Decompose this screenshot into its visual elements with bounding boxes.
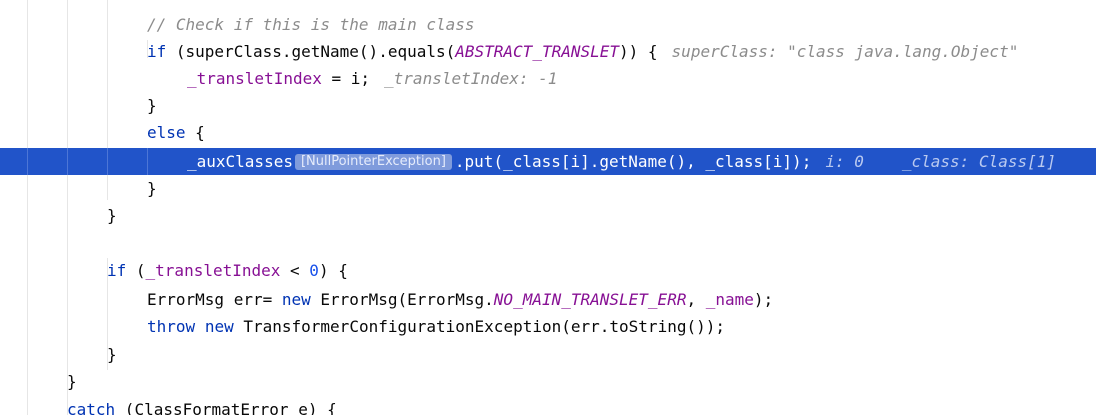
code-text: else { [147,123,205,142]
keyword-catch: catch [67,400,116,415]
code-text: if (_transletIndex < 0) { [107,261,348,280]
code-line[interactable]: if (superClass.getName().equals(ABSTRACT… [0,38,1096,65]
code-line[interactable]: throw new TransformerConfigurationExcept… [0,313,1096,340]
code-comment: // Check if this is the main class [147,15,475,34]
code-text: } [147,96,157,115]
exception-badge[interactable]: [NullPointerException] [294,154,452,170]
code-line[interactable]: } [0,368,1096,395]
field-name: _name [705,290,754,309]
number-literal: 0 [309,261,319,280]
indent-guide [107,148,108,175]
code-line[interactable]: catch (ClassFormatError e) { [0,396,1096,415]
debug-inline-value: _transletIndex: -1 [384,69,558,88]
current-execution-line[interactable]: _auxClasses [NullPointerException] .put(_c… [0,148,1096,175]
keyword-new: new [204,317,234,336]
code-line[interactable]: } [0,92,1096,119]
indent-guide [147,148,148,175]
code-text: if (superClass.getName().equals(ABSTRACT… [147,42,1019,61]
code-text: throw new TransformerConfigurationExcept… [147,317,725,336]
code-text: } [147,179,157,198]
indent-guide [27,148,28,175]
field-translet-index: _transletIndex [145,261,281,280]
constant-abstract-translet: ABSTRACT_TRANSLET [455,42,620,61]
debug-inline-value: superClass: "class java.lang.Object" [671,42,1019,61]
code-text: _auxClasses [NullPointerException] .put(_c… [187,152,1056,171]
debug-inline-value: i: 0 [825,152,864,171]
keyword-if: if [147,42,167,61]
code-text: _transletIndex = i; _transletIndex: -1 [187,69,558,88]
code-line[interactable]: if (_transletIndex < 0) { [0,257,1096,284]
keyword-new: new [281,290,311,309]
constant-no-main-translet-err: NO_MAIN_TRANSLET_ERR [493,290,687,309]
code-text: catch (ClassFormatError e) { [67,396,337,415]
code-text: } [67,372,77,391]
code-text: } [107,206,117,225]
code-line[interactable]: } [0,202,1096,229]
code-text: } [107,345,117,364]
debug-inline-value: _class: Class[1] [901,152,1056,171]
code-editor[interactable]: // Check if this is the main class if (s… [0,0,1096,415]
code-line[interactable]: else { [0,119,1096,146]
code-line[interactable]: _transletIndex = i; _transletIndex: -1 [0,65,1096,92]
code-line[interactable]: } [0,175,1096,202]
code-line[interactable]: // Check if this is the main class [0,11,1096,38]
code-line[interactable]: } [0,341,1096,368]
code-line[interactable]: ErrorMsg err= new ErrorMsg(ErrorMsg.NO_M… [0,286,1096,313]
field-translet-index: _transletIndex [187,69,322,88]
keyword-if: if [107,261,127,280]
keyword-else: else [147,123,186,142]
field-aux-classes: _auxClasses [187,152,293,171]
keyword-throw: throw [147,317,196,336]
code-line-blank[interactable] [0,229,1096,256]
indent-guide [67,148,68,175]
code-text: ErrorMsg err= new ErrorMsg(ErrorMsg.NO_M… [147,290,774,309]
